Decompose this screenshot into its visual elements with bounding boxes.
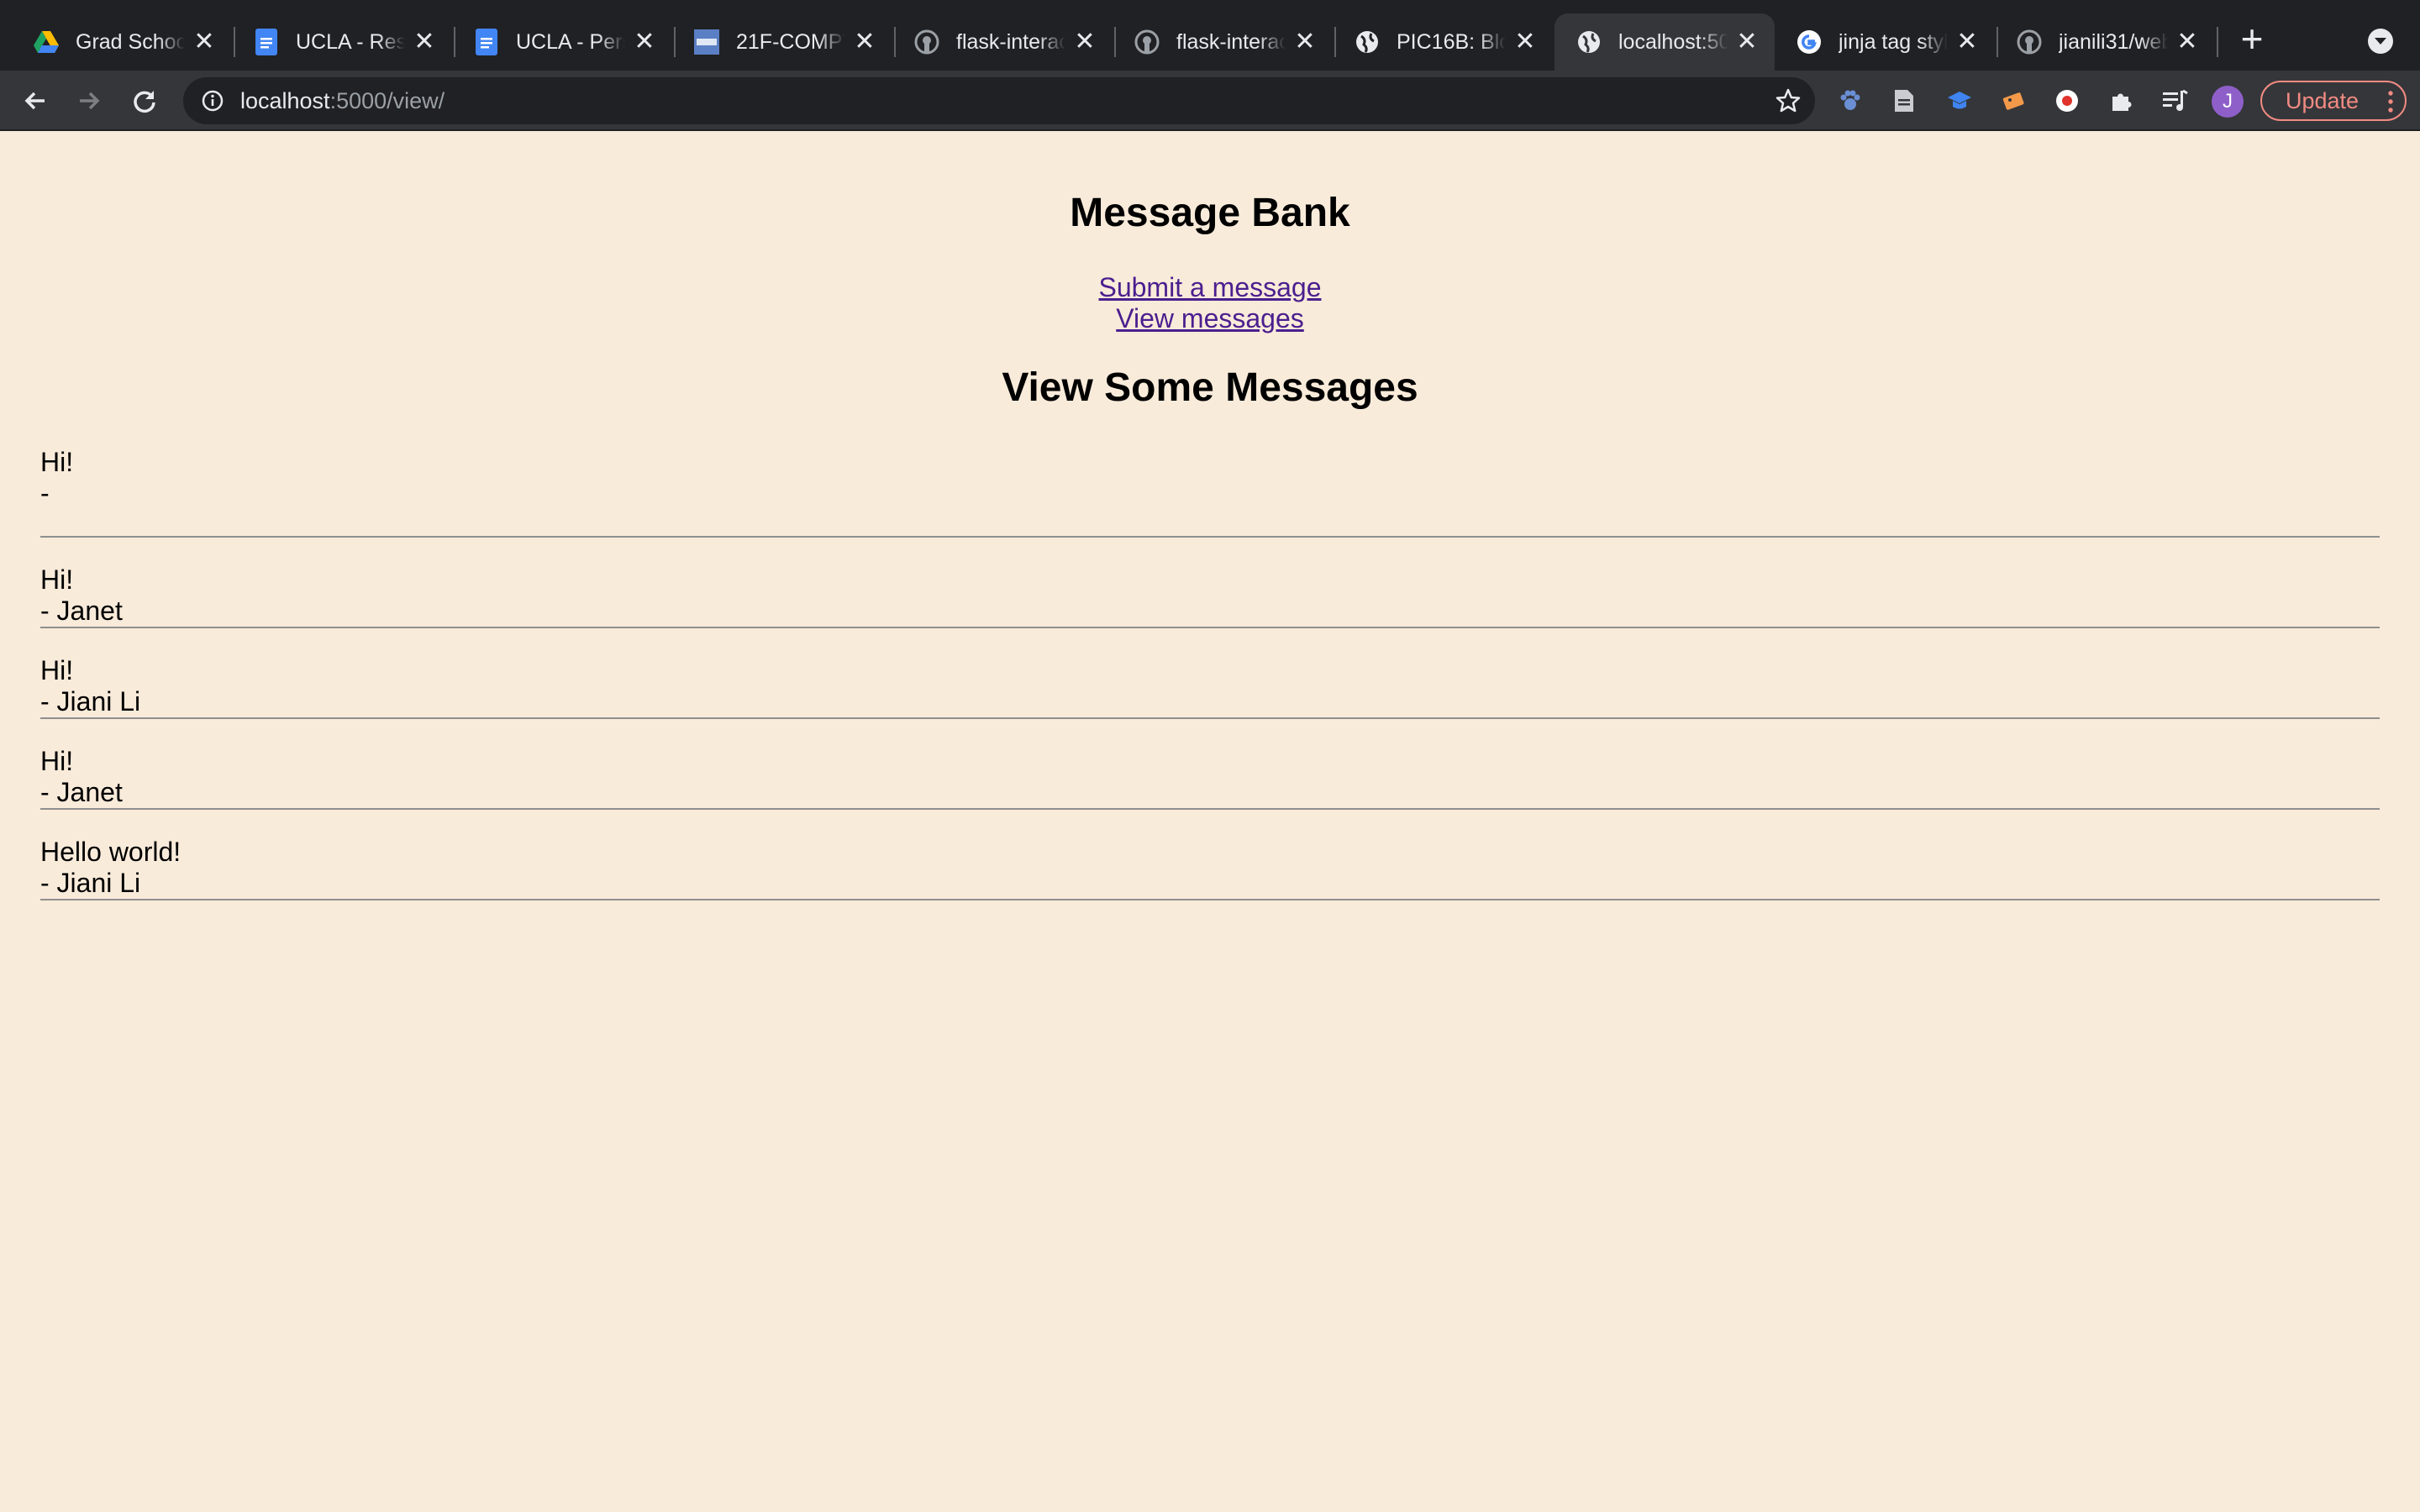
extension-record-icon[interactable] xyxy=(2054,87,2081,114)
bookmark-star-icon[interactable] xyxy=(1775,87,1802,114)
extension-document-icon[interactable] xyxy=(1891,87,1918,114)
menu-kebab-icon xyxy=(2388,90,2393,113)
message-text: Hello world! xyxy=(40,837,182,867)
update-button[interactable]: Update xyxy=(2260,81,2407,121)
message-item: Hi! - Jiani Li xyxy=(40,628,2380,719)
message-text: Hi! xyxy=(40,447,74,477)
page-nav: Submit a message View messages xyxy=(0,272,2420,334)
tab-title: PIC16B: Blog xyxy=(1397,29,1506,54)
browser-toolbar: localhost:5000/view/ J Update xyxy=(0,71,2420,131)
tab-flask-interactions-1[interactable]: flask-interactions ✕ xyxy=(892,13,1113,71)
tab-search-icon[interactable] xyxy=(2368,29,2393,54)
message-text: Hi! xyxy=(40,564,74,595)
address-bar[interactable]: localhost:5000/view/ xyxy=(183,77,1815,124)
globe-icon xyxy=(1576,29,1602,55)
github-icon xyxy=(1134,29,1160,55)
tab-separator xyxy=(2217,27,2218,57)
view-messages-link[interactable]: View messages xyxy=(1116,303,1304,333)
tab-close-icon[interactable]: ✕ xyxy=(1292,29,1318,55)
tab-close-icon[interactable]: ✕ xyxy=(1072,29,1097,55)
message-handle: - Jiani Li xyxy=(40,868,141,898)
github-icon xyxy=(2017,29,2042,55)
github-icon xyxy=(914,29,939,55)
tab-title: jinja tag style xyxy=(1839,29,1948,54)
tab-title: Grad School xyxy=(76,29,185,54)
tab-jianili31-webapp[interactable]: jianili31/webapp ✕ xyxy=(1995,13,2215,71)
tab-title: UCLA - Research xyxy=(296,29,405,54)
forward-icon[interactable] xyxy=(71,82,108,119)
tab-ucla-personal[interactable]: UCLA - Personal ✕ xyxy=(452,13,672,71)
tab-localhost-active[interactable]: localhost:5000 ✕ xyxy=(1555,13,1775,71)
tab-close-icon[interactable]: ✕ xyxy=(1734,29,1760,55)
tab-pic16b-blog[interactable]: PIC16B: Blog ✕ xyxy=(1333,13,1553,71)
tab-close-icon[interactable]: ✕ xyxy=(412,29,437,55)
message-list: Hi! - Hi! - Janet Hi! - Jiani Li Hi! - J… xyxy=(40,447,2380,900)
extension-paw-icon[interactable] xyxy=(1837,87,1864,114)
tab-strip: Grad School ✕ UCLA - Research ✕ UCLA - P… xyxy=(0,0,2420,71)
address-url: localhost:5000/view/ xyxy=(240,88,445,114)
url-path: :5000/view/ xyxy=(329,87,445,113)
back-icon[interactable] xyxy=(17,82,54,119)
page-title: Message Bank xyxy=(1070,191,1350,235)
tab-title: flask-interactions xyxy=(1176,29,1286,54)
extension-graduation-icon[interactable] xyxy=(1946,87,1973,114)
section-title: View Some Messages xyxy=(1002,365,1418,410)
google-docs-icon xyxy=(474,29,499,55)
google-docs-icon xyxy=(254,29,279,55)
update-label: Update xyxy=(2286,87,2360,113)
new-tab-icon[interactable]: + xyxy=(2233,19,2270,58)
extensions-puzzle-icon[interactable] xyxy=(2107,87,2134,114)
tab-close-icon[interactable]: ✕ xyxy=(1512,29,1538,55)
tab-title: UCLA - Personal xyxy=(516,29,625,54)
tab-title: jianili31/webapp xyxy=(2059,29,2168,54)
tab-comptng[interactable]: 21F-COMPTNG ✕ xyxy=(672,13,892,71)
message-handle: - Jiani Li xyxy=(40,686,141,717)
message-handle: - Janet xyxy=(40,596,123,626)
tab-close-icon[interactable]: ✕ xyxy=(1954,29,1980,55)
tab-close-icon[interactable]: ✕ xyxy=(852,29,877,55)
message-item: Hello world! - Jiani Li xyxy=(40,810,2380,900)
ucla-icon xyxy=(694,29,719,55)
reload-icon[interactable] xyxy=(126,82,163,119)
page-content: Message Bank Submit a message View messa… xyxy=(0,131,2420,1512)
message-text: Hi! xyxy=(40,655,74,685)
message-handle: - xyxy=(40,478,50,508)
tab-ucla-research[interactable]: UCLA - Research ✕ xyxy=(232,13,452,71)
message-text: Hi! xyxy=(40,746,74,776)
tab-grad-school[interactable]: Grad School ✕ xyxy=(12,13,232,71)
tab-title: flask-interactions xyxy=(956,29,1065,54)
extension-coupon-icon[interactable] xyxy=(2000,87,2027,114)
message-item: Hi! - xyxy=(40,447,2380,538)
tab-close-icon[interactable]: ✕ xyxy=(2175,29,2200,55)
tab-flask-interactions-2[interactable]: flask-interactions ✕ xyxy=(1113,13,1333,71)
url-host: localhost xyxy=(240,87,330,113)
profile-avatar[interactable]: J xyxy=(2212,86,2244,118)
tab-title: localhost:5000 xyxy=(1618,29,1728,54)
submit-message-link[interactable]: Submit a message xyxy=(1098,272,1321,302)
media-control-icon[interactable] xyxy=(2161,87,2188,114)
message-handle: - Janet xyxy=(40,777,123,807)
tab-close-icon[interactable]: ✕ xyxy=(192,29,217,55)
google-icon xyxy=(1797,29,1822,55)
tab-jinja-tag-style[interactable]: jinja tag style ✕ xyxy=(1775,13,1995,71)
message-item: Hi! - Janet xyxy=(40,719,2380,810)
message-item: Hi! - Janet xyxy=(40,538,2380,628)
google-drive-icon xyxy=(34,29,59,55)
site-info-icon[interactable] xyxy=(200,88,225,113)
globe-icon xyxy=(1355,29,1380,55)
tab-close-icon[interactable]: ✕ xyxy=(632,29,657,55)
tab-title: 21F-COMPTNG xyxy=(736,29,845,54)
